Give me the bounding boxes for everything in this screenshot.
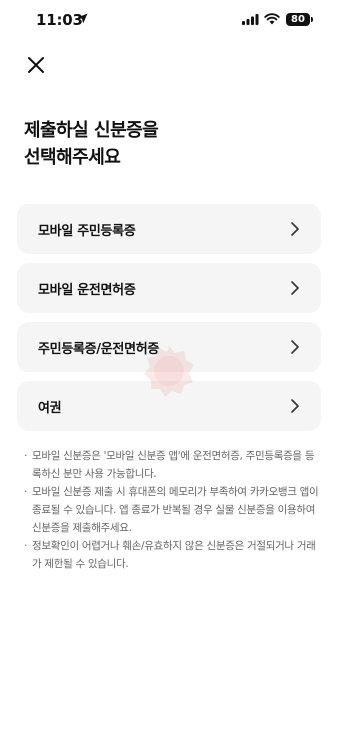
chevron-right-icon bbox=[291, 399, 299, 413]
battery-icon: 80 bbox=[286, 13, 310, 26]
status-time: 11:03 bbox=[36, 11, 83, 29]
page-title-line-2: 선택해주세요 bbox=[24, 147, 121, 168]
option-mobile-resident-card[interactable]: 모바일 주민등록증 bbox=[17, 204, 321, 254]
chevron-right-icon bbox=[291, 222, 299, 236]
notice-text: 정보확인이 어렵거나 훼손/유효하지 않은 신분증은 거절되거나 거래가 제한될… bbox=[32, 540, 316, 570]
close-icon bbox=[28, 57, 44, 73]
notice-item: · 정보확인이 어렵거나 훼손/유효하지 않은 신분증은 거절되거나 거래가 제… bbox=[24, 537, 320, 573]
bullet: · bbox=[24, 486, 28, 498]
page-title: 제출하실 신분증을 선택해주세요 bbox=[24, 117, 314, 171]
notice-text: 모바일 신분증 제출 시 휴대폰의 메모리가 부족하여 카카오뱅크 앱이 종료될… bbox=[32, 486, 319, 534]
chevron-right-icon bbox=[291, 340, 299, 354]
close-button[interactable] bbox=[24, 53, 48, 77]
status-bar: 11:03 80 bbox=[0, 0, 339, 40]
page-title-line-1: 제출하실 신분증을 bbox=[24, 120, 159, 141]
bullet: · bbox=[24, 540, 28, 552]
notice-list: · 모바일 신분증은 '모바일 신분증 앱'에 운전면허증, 주민등록증을 등록… bbox=[24, 447, 320, 573]
option-label: 주민등록증/운전면허증 bbox=[38, 342, 160, 357]
option-label: 여권 bbox=[38, 401, 62, 416]
wifi-icon bbox=[264, 13, 280, 25]
signal-icon bbox=[242, 14, 259, 25]
notice-item: · 모바일 신분증은 '모바일 신분증 앱'에 운전면허증, 주민등록증을 등록… bbox=[24, 447, 320, 483]
watermark-stamp-icon bbox=[144, 346, 194, 397]
bullet: · bbox=[24, 450, 28, 462]
location-arrow-icon bbox=[77, 13, 88, 24]
chevron-right-icon bbox=[291, 281, 299, 295]
notice-text: 모바일 신분증은 '모바일 신분증 앱'에 운전면허증, 주민등록증을 등록하신… bbox=[32, 450, 315, 480]
option-label: 모바일 운전면허증 bbox=[38, 283, 136, 298]
option-label: 모바일 주민등록증 bbox=[38, 224, 136, 239]
option-mobile-driver-license[interactable]: 모바일 운전면허증 bbox=[17, 263, 321, 313]
battery-tip bbox=[311, 17, 313, 22]
notice-item: · 모바일 신분증 제출 시 휴대폰의 메모리가 부족하여 카카오뱅크 앱이 종… bbox=[24, 483, 320, 537]
